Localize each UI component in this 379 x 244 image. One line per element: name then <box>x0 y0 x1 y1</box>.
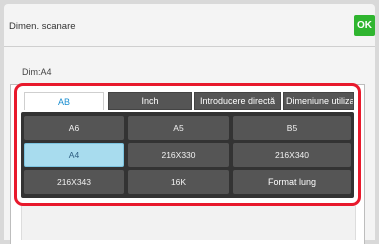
header-divider <box>4 46 375 47</box>
page-title: Dimen. scanare <box>9 21 76 32</box>
current-size-label: Dim:A4 <box>22 67 52 77</box>
highlight-frame <box>14 83 361 206</box>
empty-lower-area <box>21 206 356 240</box>
ok-button[interactable]: OK <box>354 15 375 36</box>
